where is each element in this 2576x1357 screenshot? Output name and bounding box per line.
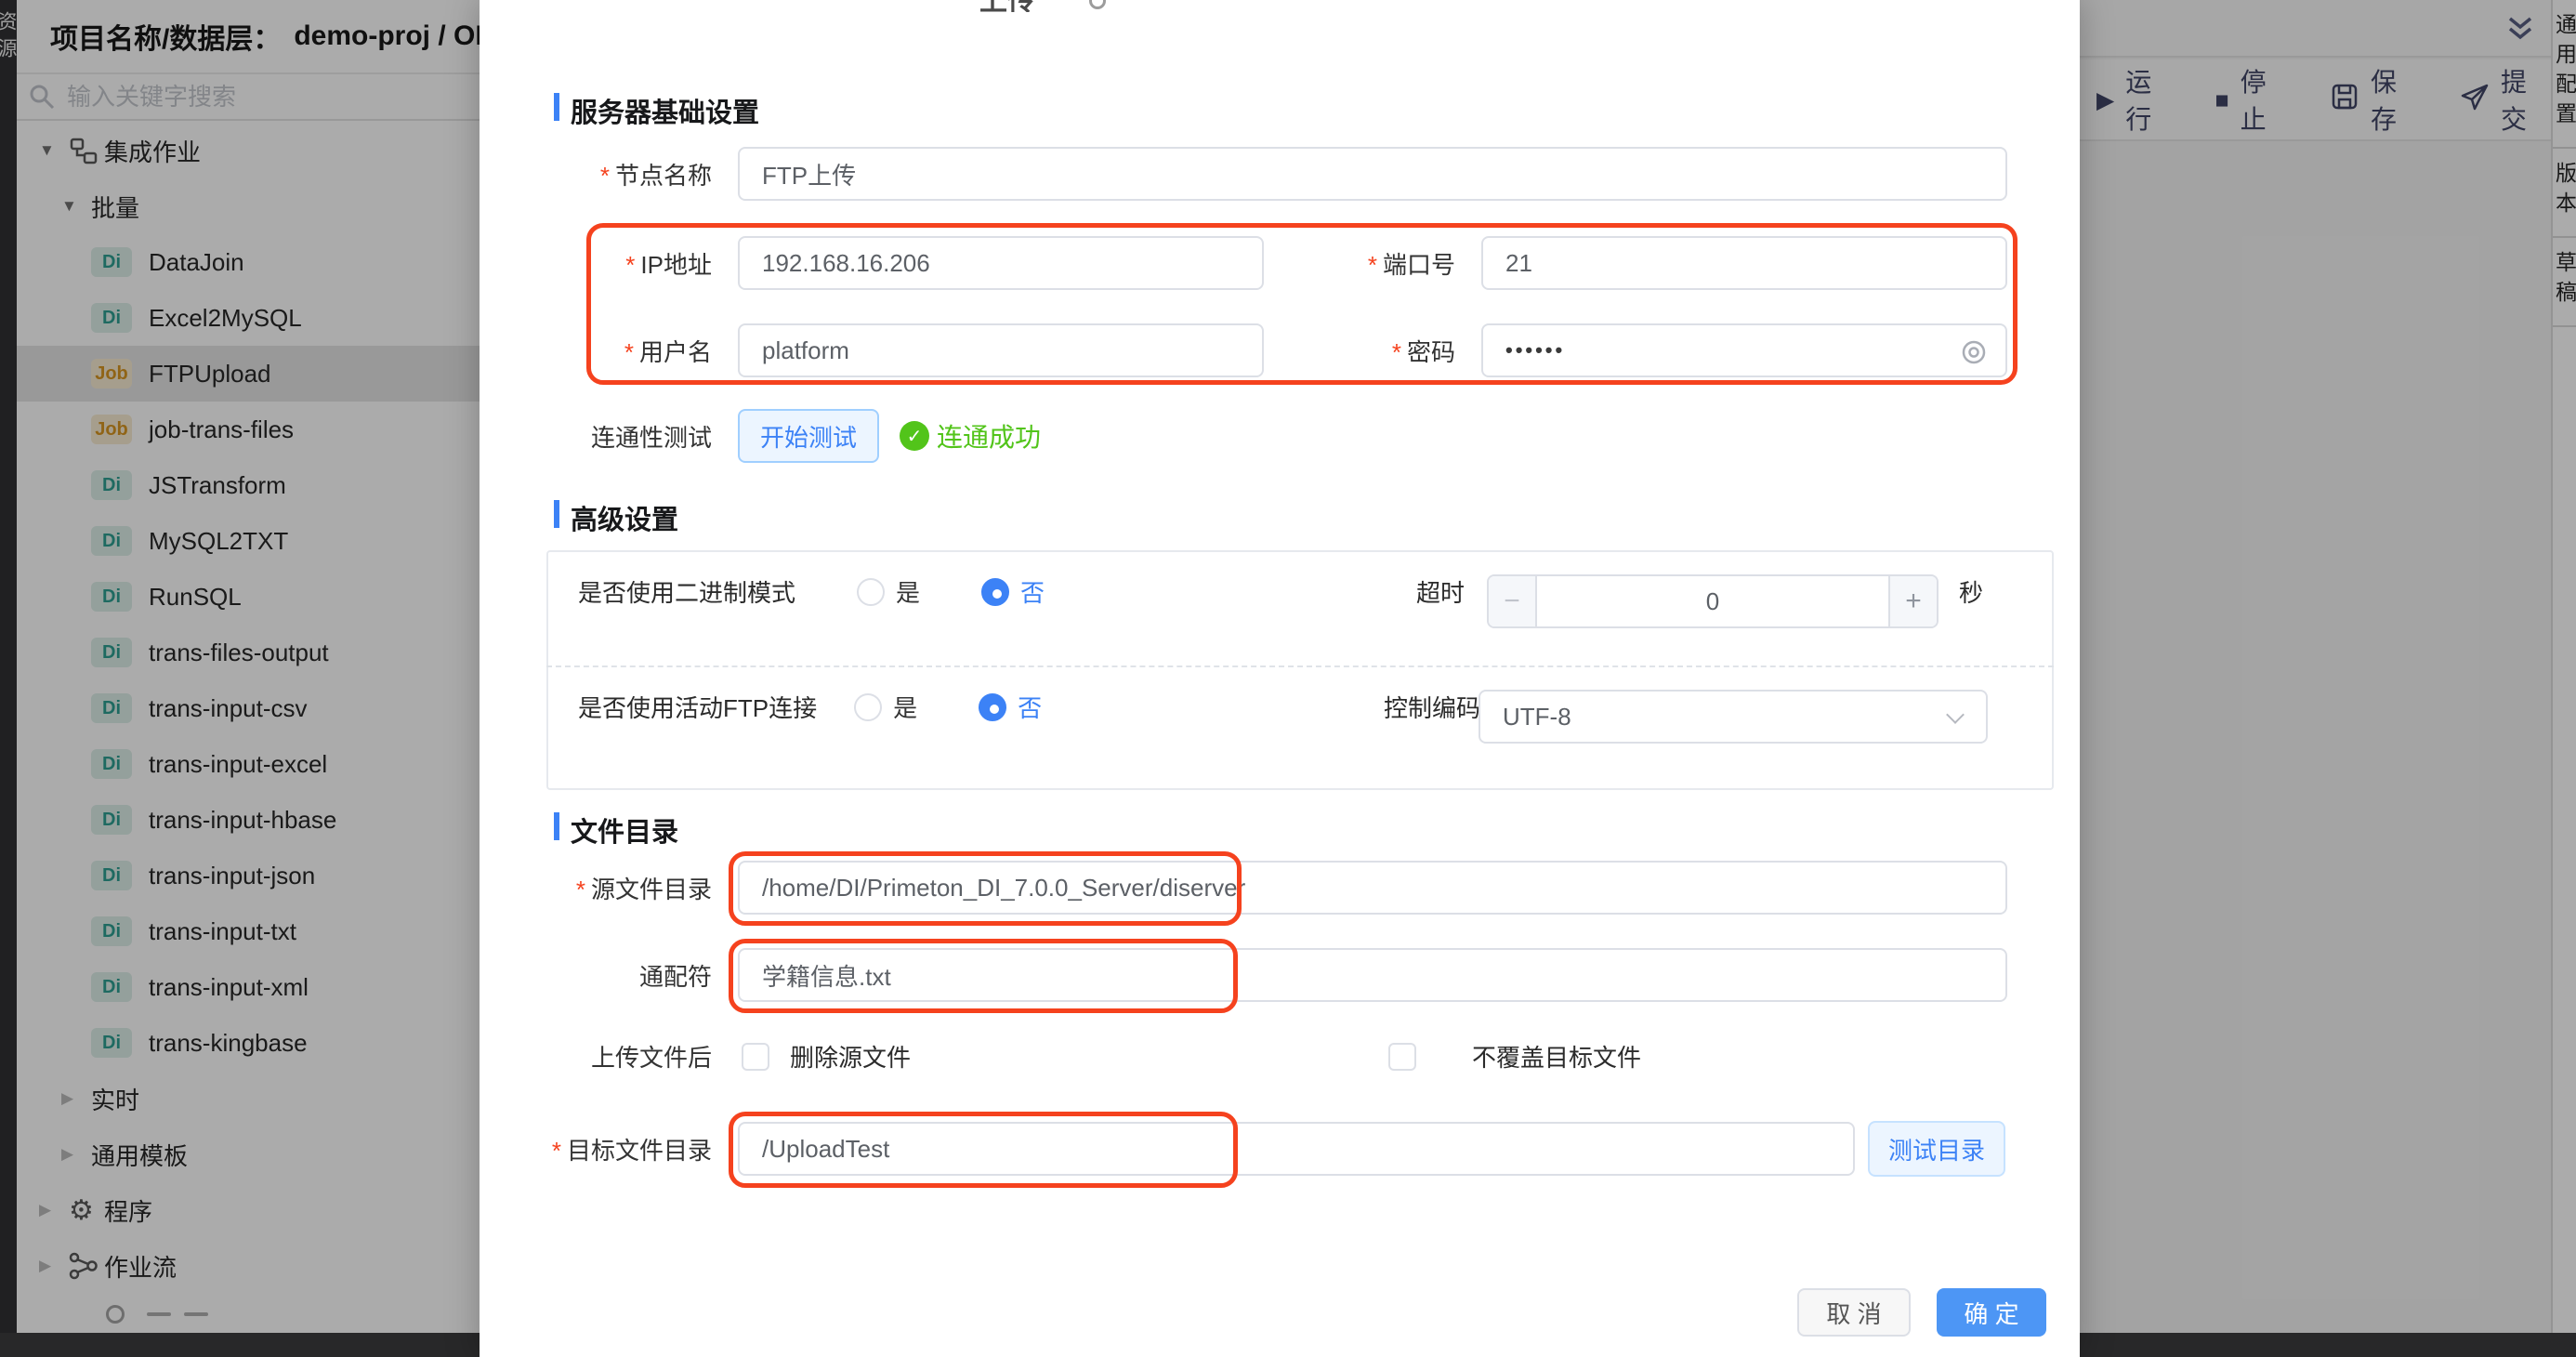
target-dir-row: 目标文件目录 /UploadTest 测试目录 — [480, 1121, 2080, 1177]
source-dir-input[interactable]: /home/DI/Primeton_DI_7.0.0_Server/diserv… — [738, 861, 2007, 915]
test-directory-button[interactable]: 测试目录 — [1868, 1121, 2005, 1177]
success-check-icon — [900, 421, 929, 451]
no-overwrite-label[interactable]: 不覆盖目标文件 — [1472, 1039, 1641, 1074]
section-title-server: 服务器基础设置 — [571, 91, 759, 130]
section-accent-bar — [554, 812, 559, 840]
radio-binary-no[interactable] — [981, 578, 1009, 606]
encoding-label: 控制编码 — [1384, 690, 1480, 724]
after-upload-row: 上传文件后 删除源文件 不覆盖目标文件 — [480, 1039, 2080, 1074]
timeout-value[interactable]: 0 — [1537, 576, 1888, 626]
ftp-upload-dialog: 上传 服务器基础设置 节点名称 FTP上传 IP地址 192.168.16.20… — [480, 0, 2080, 1357]
timeout-label: 超时 — [1416, 574, 1465, 609]
connectivity-label: 连通性测试 — [480, 419, 712, 454]
active-ftp-row: 是否使用活动FTP连接 是 否 控制编码 UTF-8 — [546, 690, 2054, 724]
chevron-down-icon — [1946, 705, 1965, 724]
plus-button[interactable] — [1888, 576, 1937, 626]
source-dir-label: 源文件目录 — [480, 871, 712, 905]
port-input[interactable]: 21 — [1481, 236, 2007, 290]
target-dir-label: 目标文件目录 — [480, 1132, 712, 1166]
app-root: 资源 项目名称/数据层： demo-proj / ODS 集成作业 — [0, 0, 2576, 1357]
node-name-label: 节点名称 — [480, 157, 712, 191]
timeout-unit: 秒 — [1959, 574, 1983, 609]
username-input[interactable]: platform — [738, 323, 1264, 377]
radio-no-label[interactable]: 否 — [1020, 574, 1045, 609]
radio-active-no[interactable] — [979, 693, 1006, 721]
ip-input[interactable]: 192.168.16.206 — [738, 236, 1264, 290]
user-password-row: 用户名 platform 密码 •••••• — [480, 323, 2080, 377]
delete-source-label[interactable]: 删除源文件 — [790, 1039, 911, 1074]
cancel-button[interactable]: 取 消 — [1797, 1288, 1911, 1337]
section-accent-bar — [554, 500, 559, 528]
ip-port-row: IP地址 192.168.16.206 端口号 21 — [480, 236, 2080, 290]
binary-mode-row: 是否使用二进制模式 是 否 超时 0 秒 — [546, 574, 2054, 609]
wildcard-input[interactable]: 学籍信息.txt — [738, 948, 2007, 1002]
username-label: 用户名 — [480, 334, 712, 368]
section-accent-bar — [554, 93, 559, 121]
port-label: 端口号 — [1264, 246, 1455, 281]
connectivity-row: 连通性测试 开始测试 连通成功 — [480, 409, 2080, 463]
radio-yes-label[interactable]: 是 — [893, 690, 917, 724]
section-title-files: 文件目录 — [571, 810, 678, 850]
no-overwrite-checkbox[interactable] — [1388, 1043, 1416, 1071]
active-ftp-label: 是否使用活动FTP连接 — [578, 690, 817, 724]
binary-mode-label: 是否使用二进制模式 — [578, 574, 795, 609]
password-label: 密码 — [1264, 334, 1455, 368]
minus-button[interactable] — [1489, 576, 1537, 626]
eye-icon[interactable] — [1959, 337, 1989, 374]
section-title-advanced: 高级设置 — [571, 498, 678, 537]
node-name-row: 节点名称 FTP上传 — [480, 147, 2080, 201]
ip-label: IP地址 — [480, 246, 712, 281]
password-input[interactable]: •••••• — [1481, 323, 2007, 377]
radio-active-yes[interactable] — [854, 693, 882, 721]
timeout-stepper: 0 — [1487, 574, 1939, 628]
encoding-select[interactable]: UTF-8 — [1479, 690, 1988, 744]
confirm-button[interactable]: 确 定 — [1937, 1288, 2046, 1337]
dialog-title-clipped: 上传 — [979, 0, 1137, 12]
wildcard-row: 通配符 学籍信息.txt — [480, 948, 2080, 1002]
delete-source-checkbox[interactable] — [742, 1043, 769, 1071]
connectivity-status: 连通成功 — [937, 417, 1041, 455]
radio-yes-label[interactable]: 是 — [896, 574, 920, 609]
node-name-input[interactable]: FTP上传 — [738, 147, 2007, 201]
source-dir-row: 源文件目录 /home/DI/Primeton_DI_7.0.0_Server/… — [480, 861, 2080, 915]
radio-no-label[interactable]: 否 — [1018, 690, 1042, 724]
after-upload-label: 上传文件后 — [480, 1039, 712, 1074]
panel-divider — [546, 665, 2054, 667]
target-dir-input[interactable]: /UploadTest — [738, 1122, 1855, 1176]
start-test-button[interactable]: 开始测试 — [738, 409, 879, 463]
wildcard-label: 通配符 — [480, 958, 712, 993]
radio-binary-yes[interactable] — [857, 578, 885, 606]
info-icon — [1089, 0, 1106, 9]
